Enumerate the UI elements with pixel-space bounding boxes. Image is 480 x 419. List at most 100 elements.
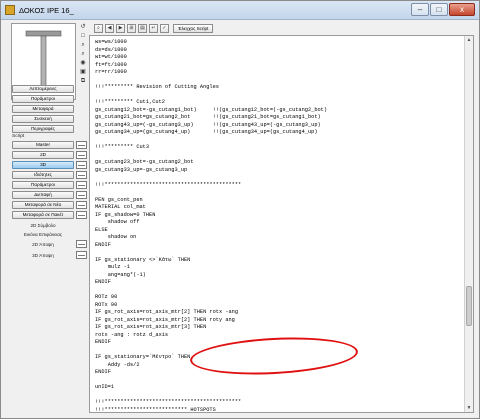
maximize-button[interactable]: □ (430, 3, 448, 16)
window-toggle-icon[interactable] (76, 240, 87, 248)
code-line[interactable]: IF gs_stationary <>`Κάτω` THEN (95, 257, 463, 265)
code-line[interactable]: unID=1 (95, 384, 463, 392)
scroll-down-icon[interactable]: ▼ (465, 404, 473, 412)
window-toggle-icon[interactable] (76, 141, 87, 149)
find-icon[interactable]: ⌕ (94, 23, 103, 33)
code-line[interactable]: rr=rr/1000 (95, 69, 463, 77)
script-migration-backward-button[interactable]: Μεταφορά σε Πακέτ (12, 211, 74, 219)
code-line[interactable]: gs_cutang23_bot=-gs_cutang2_bot (95, 159, 463, 167)
3d-view-item[interactable]: 3D Άποψη (12, 253, 74, 258)
code-line[interactable] (95, 174, 463, 182)
code-line[interactable]: !!!*************************************… (95, 399, 463, 407)
wrap-icon[interactable]: ↵ (149, 23, 158, 33)
code-line[interactable]: !!!*************************************… (95, 182, 463, 190)
code-line[interactable]: ELSE (95, 227, 463, 235)
window-toggle-icon[interactable] (76, 151, 87, 159)
window-toggle-icon[interactable] (76, 191, 87, 199)
code-line[interactable] (95, 287, 463, 295)
minimize-button[interactable]: – (411, 3, 429, 16)
copy-icon[interactable]: ⧉ (79, 77, 87, 85)
nav-details[interactable]: Λεπτομέρειες (12, 85, 74, 93)
2d-symbol-item[interactable]: 2D Σύμβολο (12, 223, 74, 228)
code-line[interactable]: ROTx 90 (95, 302, 463, 310)
preview-tools: ↺ □ ⌕ ⌕ ◉ ▣ ⧉ (79, 23, 89, 86)
window-toggle-icon[interactable] (76, 201, 87, 209)
script-editor[interactable]: ws=ws/1000 ds=ds/1000 wt=wt/1000 ft=ft/1000… (89, 35, 474, 413)
window-toggle-icon[interactable] (76, 171, 87, 179)
rotate-icon[interactable]: ↺ (79, 23, 87, 31)
check-script-button[interactable]: Έλεγχος Script (173, 23, 214, 33)
scroll-up-icon[interactable]: ▲ (465, 36, 473, 44)
code-line[interactable] (95, 189, 463, 197)
script-2d-button[interactable]: 2D (12, 151, 74, 159)
code-line[interactable]: MATERIAL col_mat (95, 204, 463, 212)
code-line[interactable]: !!!********* Cut1,Cut2 (95, 99, 463, 107)
code-line[interactable] (95, 77, 463, 85)
window-toggle-icon[interactable] (76, 161, 87, 169)
code-line[interactable]: IF gs_rot_axis=rot_axis_mtr[3] THEN (95, 324, 463, 332)
script-migration-forward-button[interactable]: Μεταφορά σε Νέο (12, 201, 74, 209)
vertical-scrollbar[interactable]: ▲ ▼ (464, 36, 473, 412)
script-parameters-button[interactable]: Παράμετροι (12, 181, 74, 189)
close-button[interactable]: x (449, 3, 475, 16)
code-line[interactable] (95, 152, 463, 160)
code-line[interactable]: ang=ang*(-1) (95, 272, 463, 280)
code-line[interactable]: ft=ft/1000 (95, 62, 463, 70)
nav-descriptions[interactable]: Περιγραφές (12, 125, 74, 133)
code-line[interactable]: ENDIF (95, 279, 463, 287)
window-title: ΔΟΚΟΣ IPE 16_ (19, 5, 74, 15)
window-toggle-icon[interactable] (76, 181, 87, 189)
script-properties-button[interactable]: Ιδιότητες (12, 171, 74, 179)
code-line[interactable]: wt=wt/1000 (95, 54, 463, 62)
window-toggle-icon[interactable] (76, 211, 87, 219)
code-line[interactable]: gs_cutang33_up=-gs_cutang3_up (95, 167, 463, 175)
zoom-out-icon[interactable]: ⌕ (79, 50, 87, 58)
surface-image-item[interactable]: Εικόνα Επιφάνειας (12, 232, 74, 237)
view-icon[interactable]: ◉ (79, 59, 87, 67)
code-line[interactable]: shadow off (95, 219, 463, 227)
window-toggle-icon[interactable] (76, 251, 87, 259)
print-icon[interactable]: ▤ (138, 23, 147, 33)
code-line[interactable] (95, 92, 463, 100)
nav-transfer[interactable]: Μεταφορά (12, 105, 74, 113)
code-line[interactable] (95, 377, 463, 385)
code-line[interactable]: shadow on (95, 234, 463, 242)
code-line[interactable] (95, 137, 463, 145)
code-line[interactable]: PEN gs_cont_pen (95, 197, 463, 205)
script-interface-button[interactable]: Διεπαφή (12, 191, 74, 199)
code-line[interactable]: IF gs_rot_axis=rot_axis_mtr[2] THEN rotx… (95, 309, 463, 317)
code-line[interactable]: gs_cutang12_bot=-gs_cutang1_bot) !!(gs_c… (95, 107, 463, 115)
frame-icon[interactable]: □ (79, 32, 87, 40)
code-line[interactable]: gs_cutang34_up=(gs_cutang4_up) !!(gs_cut… (95, 129, 463, 137)
code-line[interactable]: ws=ws/1000 (95, 39, 463, 47)
zoom-icon[interactable]: ⊞ (127, 23, 136, 33)
code-line[interactable]: ROTz 90 (95, 294, 463, 302)
2d-view-item[interactable]: 2D Άποψη (12, 242, 74, 247)
scroll-thumb[interactable] (466, 286, 472, 326)
code-line[interactable]: IF gs_rot_axis=rot_axis_mtr[2] THEN roty… (95, 317, 463, 325)
editor-toolbar: ⌕ ◀ ▶ ⊞ ▤ ↵ ✓ Έλεγχος Script (94, 22, 214, 34)
script-master-button[interactable]: Master (12, 141, 74, 149)
code-line[interactable]: gs_cutang43_up=(-gs_cutang3_up) !!(gs_cu… (95, 122, 463, 130)
nav-parameters[interactable]: Παράμετροι (12, 95, 74, 103)
code-line[interactable]: !!!********* Revision of Cutting Angles (95, 84, 463, 92)
nav-device[interactable]: Συσκευή (12, 115, 74, 123)
script-section-label: Script (12, 134, 25, 139)
code-line[interactable]: ds=ds/1000 (95, 47, 463, 55)
app-icon (5, 5, 15, 15)
code-line[interactable] (95, 249, 463, 257)
ok-icon[interactable]: ✓ (160, 23, 169, 33)
code-line[interactable]: !!!************************** HOTSPOTS (95, 407, 463, 413)
forward-icon[interactable]: ▶ (116, 23, 125, 33)
code-line[interactable] (95, 392, 463, 400)
back-icon[interactable]: ◀ (105, 23, 114, 33)
fit-icon[interactable]: ▣ (79, 68, 87, 76)
code-line[interactable]: gs_cutang21_bot=gs_cutang2_bot !!(gs_cut… (95, 114, 463, 122)
title-bar[interactable]: ΔΟΚΟΣ IPE 16_ – □ x (1, 1, 479, 20)
zoom-in-icon[interactable]: ⌕ (79, 41, 87, 49)
code-line[interactable]: IF gs_shadow=0 THEN (95, 212, 463, 220)
code-line[interactable]: !!!********* Cut3 (95, 144, 463, 152)
code-line[interactable]: mulz -1 (95, 264, 463, 272)
code-line[interactable]: ENDIF (95, 242, 463, 250)
script-3d-button[interactable]: 3D (12, 161, 74, 169)
